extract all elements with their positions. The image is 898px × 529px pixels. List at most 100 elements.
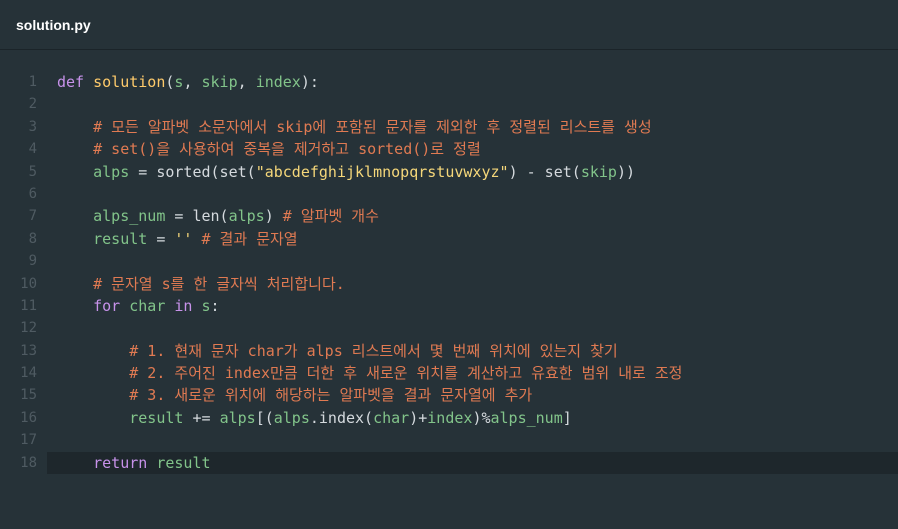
code-token: # 결과 문자열 bbox=[201, 229, 298, 248]
code-line[interactable]: 15 # 3. 새로운 위치에 해당하는 알파벳을 결과 문자열에 추가 bbox=[0, 384, 898, 406]
editor-titlebar: solution.py bbox=[0, 0, 898, 50]
line-number: 5 bbox=[28, 163, 37, 180]
code-token: index bbox=[255, 73, 301, 91]
code-token: , bbox=[183, 73, 202, 91]
code-token: index bbox=[427, 408, 473, 427]
code-token: '' bbox=[174, 229, 193, 248]
code-token: for bbox=[93, 296, 121, 315]
code-token: = len( bbox=[165, 207, 229, 226]
code-line[interactable]: 9 bbox=[0, 250, 898, 272]
code-line[interactable]: 11 for char in s: bbox=[0, 295, 898, 317]
code-token: # 3. 새로운 위치에 해당하는 알파벳을 결과 문자열에 추가 bbox=[57, 386, 533, 405]
code-line[interactable]: 4 # set()을 사용하여 중복을 제거하고 sorted()로 정렬 bbox=[0, 138, 898, 160]
code-token: def bbox=[57, 73, 85, 91]
code-token: += bbox=[183, 408, 220, 427]
code-token: )% bbox=[472, 408, 491, 427]
code-line[interactable]: 8 result = '' # 결과 문자열 bbox=[0, 228, 898, 250]
line-number: 18 bbox=[20, 454, 37, 471]
code-token: alps bbox=[228, 207, 265, 226]
code-line[interactable]: 2 bbox=[0, 93, 898, 115]
code-token: char bbox=[120, 296, 175, 315]
line-number: 13 bbox=[20, 342, 37, 359]
code-line[interactable]: 12 bbox=[0, 317, 898, 339]
code-token: # 문자열 s를 한 글자씩 처리합니다. bbox=[57, 274, 345, 293]
code-line[interactable]: 7 alps_num = len(alps) # 알파벳 개수 bbox=[0, 205, 898, 227]
line-number: 2 bbox=[28, 96, 37, 113]
line-number: 16 bbox=[20, 409, 37, 426]
code-line[interactable]: 6 bbox=[0, 183, 898, 205]
code-token: # 알파벳 개수 bbox=[282, 207, 379, 226]
code-token: alps_num bbox=[57, 207, 166, 226]
line-number: 8 bbox=[28, 230, 37, 247]
code-token: in bbox=[174, 296, 193, 315]
code-token: .index( bbox=[309, 408, 374, 427]
code-token: [( bbox=[255, 408, 274, 427]
code-token: = bbox=[147, 229, 175, 248]
code-token: # 1. 현재 문자 char가 alps 리스트에서 몇 번째 위치에 있는지… bbox=[57, 341, 618, 360]
code-text: # 문자열 s를 한 글자씩 처리합니다. bbox=[57, 273, 345, 295]
code-text: def solution(s, skip, index): bbox=[57, 71, 319, 93]
code-token: = sorted(set( bbox=[129, 162, 256, 181]
code-token: # 모든 알파벳 소문자에서 skip에 포함된 문자를 제외한 후 정렬된 리… bbox=[57, 117, 652, 136]
code-token: ) - set( bbox=[508, 162, 581, 181]
line-number: 9 bbox=[28, 253, 37, 270]
code-token: char bbox=[373, 408, 410, 427]
line-number: 14 bbox=[20, 365, 37, 382]
code-token: alps bbox=[273, 408, 310, 427]
code-text: # 2. 주어진 index만큼 더한 후 새로운 위치를 계산하고 유효한 범… bbox=[57, 362, 682, 384]
line-number: 11 bbox=[20, 297, 37, 314]
code-token: )) bbox=[616, 162, 635, 181]
code-token: # 2. 주어진 index만큼 더한 후 새로운 위치를 계산하고 유효한 범… bbox=[57, 364, 683, 383]
code-token: solution bbox=[93, 73, 166, 91]
code-line[interactable]: 14 # 2. 주어진 index만큼 더한 후 새로운 위치를 계산하고 유효… bbox=[0, 362, 898, 384]
code-token: alps bbox=[57, 162, 130, 181]
code-text: result = '' # 결과 문자열 bbox=[57, 228, 298, 250]
file-title: solution.py bbox=[16, 16, 91, 33]
code-text: alps = sorted(set("abcdefghijklmnopqrstu… bbox=[57, 161, 635, 183]
line-number: 12 bbox=[20, 320, 37, 337]
line-number: 17 bbox=[20, 432, 37, 449]
code-token: s bbox=[192, 296, 211, 315]
code-token: result bbox=[147, 453, 211, 472]
code-line[interactable]: 17 bbox=[0, 429, 898, 451]
code-token: skip bbox=[201, 73, 238, 91]
code-editor[interactable]: 1 def solution(s, skip, index): 2 3 # 모든 알파… bbox=[0, 50, 898, 475]
code-token: skip bbox=[580, 162, 617, 181]
code-line[interactable]: 13 # 1. 현재 문자 char가 alps 리스트에서 몇 번째 위치에 … bbox=[0, 340, 898, 362]
code-token: # set()을 사용하여 중복을 제거하고 sorted()로 정렬 bbox=[57, 140, 481, 159]
code-token: "abcdefghijklmnopqrstuvwxyz" bbox=[255, 162, 509, 181]
code-token: : bbox=[210, 296, 220, 315]
code-text: alps_num = len(alps) # 알파벳 개수 bbox=[57, 205, 379, 227]
code-token: return bbox=[93, 453, 148, 472]
line-number: 10 bbox=[20, 275, 37, 292]
line-number: 3 bbox=[28, 118, 37, 135]
code-text: # 모든 알파벳 소문자에서 skip에 포함된 문자를 제외한 후 정렬된 리… bbox=[57, 116, 652, 138]
code-text: # 1. 현재 문자 char가 alps 리스트에서 몇 번째 위치에 있는지… bbox=[57, 340, 618, 362]
line-number: 1 bbox=[28, 74, 37, 90]
code-text: result += alps[(alps.index(char)+index)%… bbox=[57, 407, 572, 429]
code-line[interactable]: 3 # 모든 알파벳 소문자에서 skip에 포함된 문자를 제외한 후 정렬된… bbox=[0, 116, 898, 138]
code-token: result bbox=[57, 408, 184, 427]
code-line-active[interactable]: 18 return result bbox=[20, 451, 898, 475]
line-number: 6 bbox=[28, 185, 37, 202]
code-token: ] bbox=[562, 408, 572, 427]
line-number: 15 bbox=[20, 387, 37, 404]
code-line[interactable]: 5 alps = sorted(set("abcdefghijklmnopqrs… bbox=[0, 161, 898, 183]
code-text: # set()을 사용하여 중복을 제거하고 sorted()로 정렬 bbox=[57, 138, 481, 160]
code-text: return result bbox=[57, 452, 211, 474]
line-number: 4 bbox=[28, 141, 37, 158]
line-number: 7 bbox=[28, 208, 37, 225]
code-line[interactable]: 1 def solution(s, skip, index): bbox=[0, 71, 898, 93]
code-line[interactable]: 16 result += alps[(alps.index(char)+inde… bbox=[0, 407, 898, 429]
code-token: ): bbox=[300, 73, 319, 91]
code-token: alps_num bbox=[490, 408, 563, 427]
code-line[interactable]: 10 # 문자열 s를 한 글자씩 처리합니다. bbox=[0, 273, 898, 295]
code-token: result bbox=[57, 229, 148, 248]
code-text: # 3. 새로운 위치에 해당하는 알파벳을 결과 문자열에 추가 bbox=[57, 384, 532, 406]
code-token: ) bbox=[264, 207, 283, 226]
code-text: for char in s: bbox=[57, 295, 220, 317]
